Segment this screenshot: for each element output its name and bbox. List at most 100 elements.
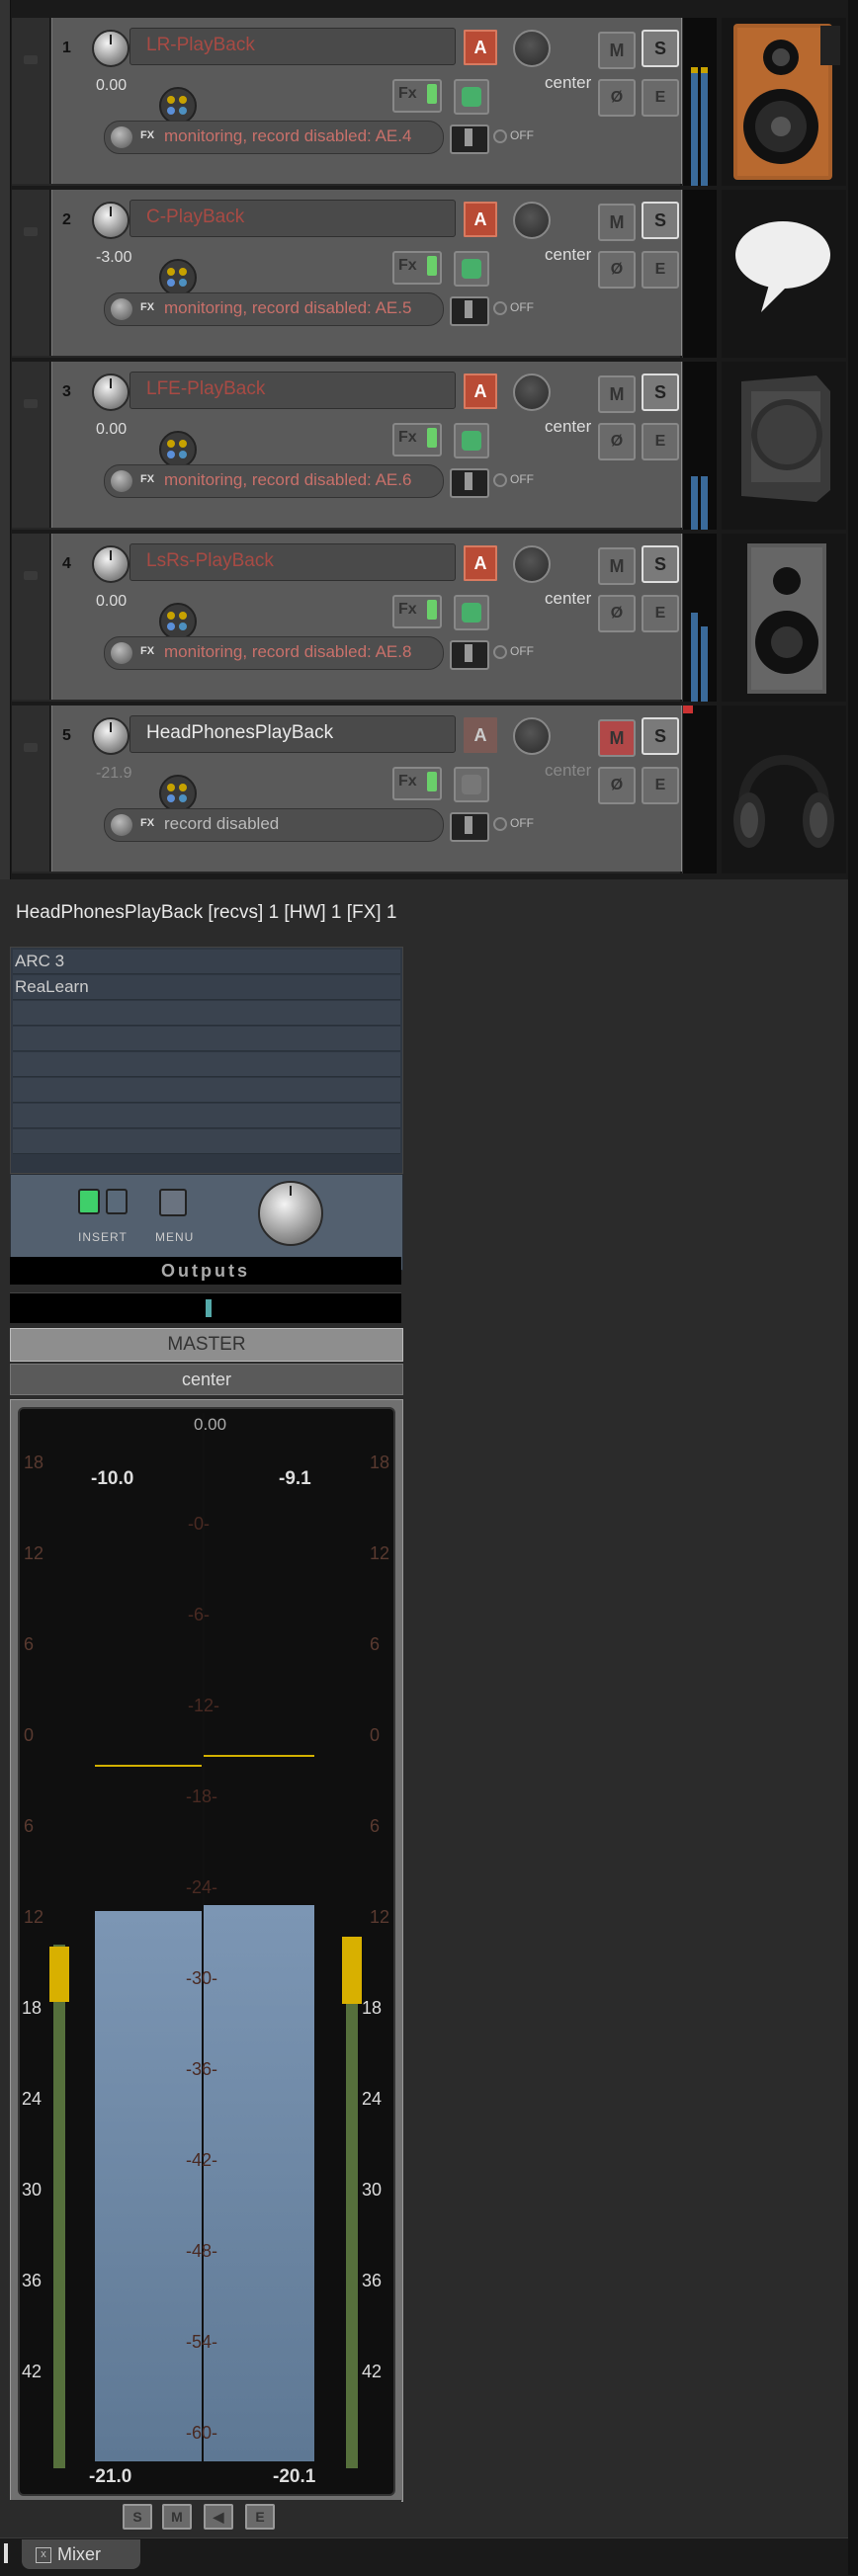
monitor-off-label[interactable]: OFF (493, 816, 534, 831)
record-input-bar[interactable]: FX record disabled (104, 808, 444, 842)
pan-knob[interactable] (513, 30, 551, 67)
track-volume-knob[interactable] (92, 545, 129, 583)
clip-indicator[interactable] (683, 706, 693, 713)
record-arm-button[interactable]: A (462, 372, 499, 411)
envelope-button[interactable]: E (642, 595, 679, 632)
fx-list-empty-slot[interactable] (13, 1078, 400, 1103)
track-name-field[interactable]: HeadPhonesPlayBack (129, 715, 456, 753)
fx-list[interactable]: ARC 3 ReaLearn (10, 947, 403, 1174)
track-icon-speech-bubble[interactable] (722, 190, 846, 358)
mute-button[interactable]: M (598, 32, 636, 69)
track-handle[interactable] (12, 534, 50, 700)
track-icon-wooden-speaker[interactable] (722, 18, 846, 186)
track-row[interactable]: 3 LFE-PlayBack 0.00 A center M S Ø E Fx (12, 362, 683, 530)
monitor-off-label[interactable]: OFF (493, 472, 534, 487)
solo-button[interactable]: S (642, 717, 679, 755)
phase-invert-button[interactable]: Ø (598, 767, 636, 804)
insert-toggle-2[interactable] (106, 1189, 128, 1214)
track-io-button[interactable] (454, 79, 489, 115)
monitor-toggle[interactable] (450, 296, 489, 326)
fx-button[interactable]: Fx (392, 79, 442, 113)
track-handle[interactable] (12, 18, 50, 184)
solo-button[interactable]: S (642, 30, 679, 67)
master-pan[interactable]: center (10, 1364, 403, 1395)
phase-invert-button[interactable]: Ø (598, 595, 636, 632)
fx-list-empty-slot[interactable] (13, 1104, 400, 1128)
mute-button[interactable]: M (598, 204, 636, 241)
fx-list-empty-slot[interactable] (13, 1129, 400, 1154)
solo-button[interactable]: S (642, 545, 679, 583)
track-io-button[interactable] (454, 767, 489, 802)
monitor-toggle[interactable] (450, 640, 489, 670)
fx-button[interactable]: Fx (392, 595, 442, 628)
close-tab-icon[interactable]: x (36, 2547, 51, 2564)
track-icon-subwoofer[interactable] (722, 362, 846, 530)
track-name-field[interactable]: C-PlayBack (129, 200, 456, 237)
input-knob[interactable] (111, 126, 132, 148)
monitor-off-label[interactable]: OFF (493, 300, 534, 315)
track-row[interactable]: 2 C-PlayBack -3.00 A center M S Ø E Fx F… (12, 190, 683, 358)
input-knob[interactable] (111, 298, 132, 320)
fx-button[interactable]: Fx (392, 251, 442, 285)
folder-icon[interactable] (24, 55, 38, 64)
routing-strip[interactable] (10, 1292, 401, 1323)
fx-list-empty-slot[interactable] (13, 1052, 400, 1077)
record-input-bar[interactable]: FX monitoring, record disabled: AE.4 (104, 121, 444, 154)
record-arm-button[interactable]: A (462, 715, 499, 755)
fx-list-empty-slot[interactable] (13, 1001, 400, 1026)
tab-mixer[interactable]: x Mixer (22, 2539, 140, 2569)
pan-mode-icon[interactable] (159, 259, 197, 296)
envelope-button[interactable]: E (642, 251, 679, 289)
folder-icon[interactable] (24, 399, 38, 408)
folder-icon[interactable] (24, 227, 38, 236)
track-row[interactable]: 4 LsRs-PlayBack 0.00 A center M S Ø E Fx (12, 534, 683, 702)
envelope-button[interactable]: E (642, 767, 679, 804)
track-name-field[interactable]: LsRs-PlayBack (129, 543, 456, 581)
record-arm-button[interactable]: A (462, 28, 499, 67)
monitor-toggle[interactable] (450, 812, 489, 842)
pan-mode-icon[interactable] (159, 431, 197, 468)
fx-list-item[interactable]: ARC 3 (13, 950, 400, 974)
track-volume-knob[interactable] (92, 717, 129, 755)
record-input-bar[interactable]: FX monitoring, record disabled: AE.5 (104, 292, 444, 326)
insert-toggle[interactable] (78, 1189, 100, 1214)
track-io-button[interactable] (454, 423, 489, 458)
track-icon-grey-speaker[interactable] (722, 534, 846, 702)
solo-button[interactable]: S (642, 374, 679, 411)
input-knob[interactable] (111, 470, 132, 492)
record-input-bar[interactable]: FX monitoring, record disabled: AE.8 (104, 636, 444, 670)
pan-knob[interactable] (513, 545, 551, 583)
record-arm-button[interactable]: A (462, 543, 499, 583)
master-route-button[interactable]: ◀ (204, 2504, 233, 2530)
fx-list-item[interactable]: ReaLearn (13, 975, 400, 1000)
phase-invert-button[interactable]: Ø (598, 79, 636, 117)
pan-knob[interactable] (513, 202, 551, 239)
track-row[interactable]: 1 LR-PlayBack 0.00 A center M S Ø E Fx F… (12, 18, 683, 186)
menu-button[interactable] (159, 1189, 187, 1216)
folder-icon[interactable] (24, 743, 38, 752)
pan-mode-icon[interactable] (159, 603, 197, 640)
record-arm-button[interactable]: A (462, 200, 499, 239)
envelope-button[interactable]: E (642, 423, 679, 460)
fx-button[interactable]: Fx (392, 423, 442, 457)
track-io-button[interactable] (454, 251, 489, 287)
pan-knob[interactable] (513, 374, 551, 411)
phase-invert-button[interactable]: Ø (598, 251, 636, 289)
track-handle[interactable] (12, 706, 50, 872)
pan-mode-icon[interactable] (159, 87, 197, 125)
master-output-knob[interactable] (258, 1181, 323, 1246)
master-solo-button[interactable]: S (123, 2504, 152, 2530)
folder-icon[interactable] (24, 571, 38, 580)
monitor-off-label[interactable]: OFF (493, 128, 534, 143)
track-handle[interactable] (12, 190, 50, 356)
track-name-field[interactable]: LR-PlayBack (129, 28, 456, 65)
track-name-field[interactable]: LFE-PlayBack (129, 372, 456, 409)
master-mute-button[interactable]: M (162, 2504, 192, 2530)
track-volume-knob[interactable] (92, 30, 129, 67)
input-knob[interactable] (111, 814, 132, 836)
track-io-button[interactable] (454, 595, 489, 630)
track-row[interactable]: 5 HeadPhonesPlayBack -21.9 A center M S … (12, 706, 683, 873)
envelope-button[interactable]: E (642, 79, 679, 117)
monitor-toggle[interactable] (450, 468, 489, 498)
phase-invert-button[interactable]: Ø (598, 423, 636, 460)
